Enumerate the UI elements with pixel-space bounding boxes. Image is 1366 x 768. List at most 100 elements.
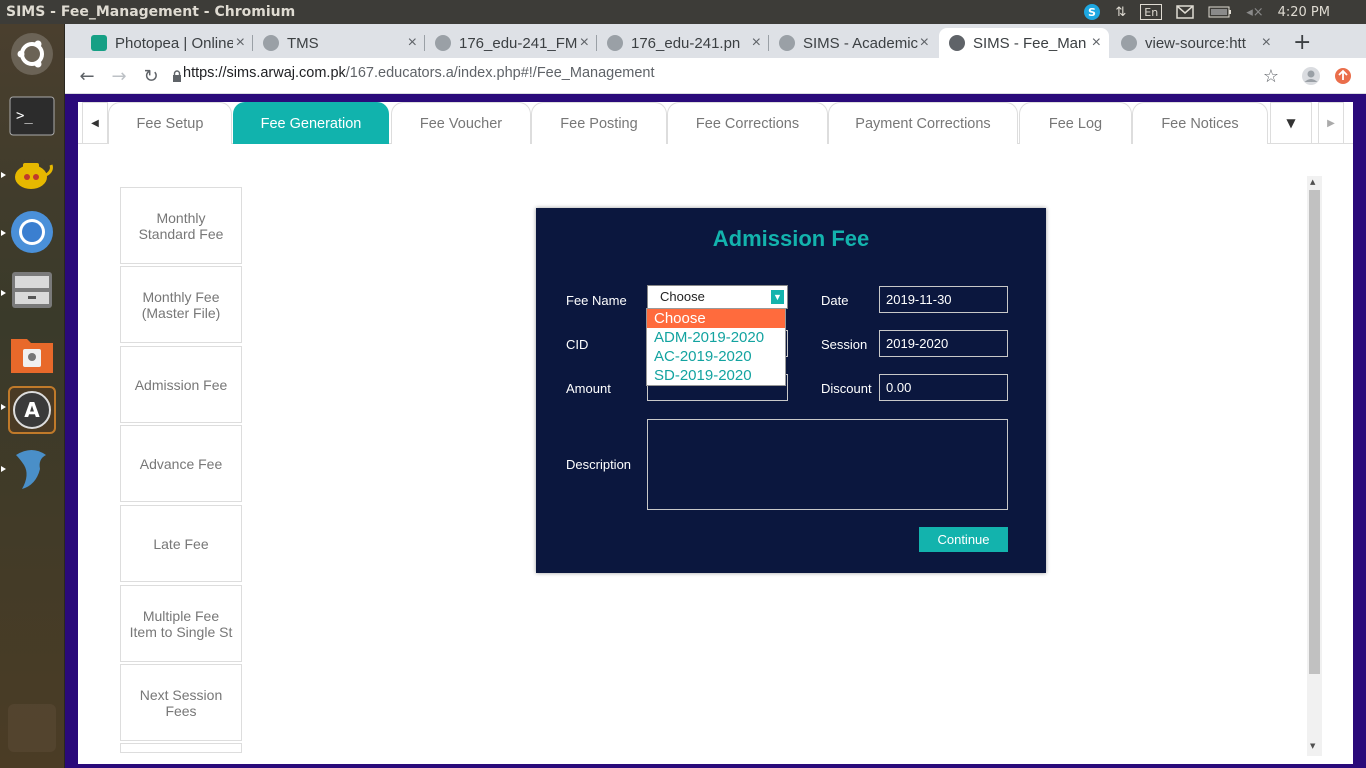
svg-text:A: A <box>24 398 40 422</box>
browser-tab-active[interactable]: SIMS - Fee_Man × <box>939 28 1109 58</box>
back-button[interactable]: ← <box>75 64 99 88</box>
volume-muted-icon[interactable]: ◂× <box>1246 3 1263 21</box>
globe-icon <box>607 35 623 51</box>
reload-button[interactable]: ↻ <box>139 64 163 88</box>
globe-icon <box>263 35 279 51</box>
fee-name-select[interactable]: Choose ▼ <box>647 285 788 309</box>
side-item-monthly-standard-fee[interactable]: Monthly Standard Fee <box>120 187 242 264</box>
browser-tab[interactable]: 176_edu-241.pn × <box>597 28 769 58</box>
tab-fee-log[interactable]: Fee Log <box>1019 102 1132 144</box>
globe-icon <box>435 35 451 51</box>
running-indicator <box>1 230 6 236</box>
browser-tab[interactable]: TMS × <box>253 28 425 58</box>
tabs-scroll-left-button[interactable]: ◀ <box>82 102 108 144</box>
ubuntu-dash-icon[interactable] <box>8 30 56 78</box>
fee-name-option[interactable]: AC-2019-2020 <box>647 347 785 366</box>
scrollbar-thumb[interactable] <box>1309 190 1320 674</box>
svg-text:S: S <box>1088 6 1096 19</box>
amount-label: Amount <box>566 381 611 396</box>
teapot-app-icon[interactable] <box>8 148 56 196</box>
keyboard-language-indicator[interactable]: En <box>1140 4 1163 20</box>
description-label: Description <box>566 457 632 472</box>
battery-icon[interactable] <box>1208 3 1232 21</box>
terminal-icon[interactable]: >_ <box>8 92 56 140</box>
continue-button[interactable]: Continue <box>919 527 1008 552</box>
trash-icon[interactable] <box>8 704 56 752</box>
fee-name-selected-value: Choose <box>660 289 705 304</box>
top-panel: SIMS - Fee_Management - Chromium S ⇅ En … <box>0 0 1366 24</box>
forward-button[interactable]: → <box>107 64 131 88</box>
close-tab-icon[interactable]: × <box>236 34 245 52</box>
cid-label: CID <box>566 337 589 352</box>
side-item-monthly-fee-master-file[interactable]: Monthly Fee (Master File) <box>120 266 242 343</box>
mail-icon[interactable] <box>1176 3 1194 21</box>
tab-title: SIMS - Fee_Man <box>973 34 1087 52</box>
profile-avatar-icon[interactable] <box>1299 64 1323 88</box>
tab-title: TMS <box>287 34 319 52</box>
session-input[interactable]: 2019-2020 <box>879 330 1008 357</box>
browser-tabstrip: Photopea | Online × TMS × 176_edu-241_FM… <box>65 24 1366 58</box>
side-item-multiple-fee-item[interactable]: Multiple Fee Item to Single St <box>120 585 242 662</box>
tab-title: 176_edu-241.pn <box>631 34 741 52</box>
scroll-down-arrow-icon[interactable]: ▼ <box>1310 742 1315 750</box>
photopea-favicon-icon <box>91 35 107 51</box>
skype-icon[interactable]: S <box>1083 3 1101 21</box>
fee-tab-bar: ◀ Fee Setup Fee Generation Fee Voucher F… <box>78 102 1353 144</box>
fee-name-option[interactable]: ADM-2019-2020 <box>647 328 785 347</box>
globe-icon <box>779 35 795 51</box>
browser-tab[interactable]: Photopea | Online × <box>81 28 253 58</box>
running-indicator <box>1 404 6 410</box>
tab-fee-notices[interactable]: Fee Notices <box>1132 102 1268 144</box>
browser-tab[interactable]: SIMS - Academic × <box>769 28 937 58</box>
running-indicator <box>1 466 6 472</box>
tab-payment-corrections[interactable]: Payment Corrections <box>828 102 1018 144</box>
tab-fee-generation[interactable]: Fee Generation <box>233 102 389 144</box>
file-manager-icon[interactable] <box>8 266 56 314</box>
tabs-dropdown-button[interactable]: ▼ <box>1270 102 1312 144</box>
session-label: Session <box>821 337 868 352</box>
chevron-down-icon[interactable]: ▼ <box>771 290 784 304</box>
mysql-workbench-icon[interactable] <box>8 444 56 492</box>
clock[interactable]: 4:20 PM <box>1278 3 1330 21</box>
globe-icon <box>949 35 965 51</box>
discount-label: Discount <box>821 381 872 396</box>
side-item-late-fee[interactable]: Late Fee <box>120 505 242 582</box>
close-tab-icon[interactable]: × <box>580 34 589 52</box>
update-menu-icon[interactable] <box>1331 64 1355 88</box>
scroll-up-arrow-icon[interactable]: ▲ <box>1310 178 1315 186</box>
tab-title: SIMS - Academic <box>803 34 919 52</box>
close-tab-icon[interactable]: × <box>752 34 761 52</box>
vertical-scrollbar[interactable]: ▲ ▼ <box>1307 176 1322 756</box>
date-input[interactable]: 2019-11-30 <box>879 286 1008 313</box>
tab-fee-corrections[interactable]: Fee Corrections <box>667 102 828 144</box>
date-label: Date <box>821 293 849 308</box>
network-arrows-icon[interactable]: ⇅ <box>1115 3 1126 21</box>
side-item-next-session-fees[interactable]: Next Session Fees <box>120 664 242 741</box>
address-bar[interactable]: https://sims.arwaj.com.pk/167.educators.… <box>183 65 655 81</box>
close-tab-icon[interactable]: × <box>920 34 929 52</box>
software-updater-icon[interactable]: A <box>8 386 56 434</box>
browser-tab[interactable]: 176_edu-241_FM × <box>425 28 597 58</box>
files-folder-icon[interactable] <box>8 330 56 378</box>
tab-title: Photopea | Online <box>115 34 233 52</box>
side-item-partial[interactable] <box>120 743 242 753</box>
fee-name-option[interactable]: Choose <box>647 309 785 328</box>
close-tab-icon[interactable]: × <box>1262 34 1271 52</box>
description-textarea[interactable] <box>647 419 1008 510</box>
new-tab-button[interactable]: + <box>1293 30 1311 55</box>
chromium-icon[interactable] <box>8 208 56 256</box>
fee-name-dropdown: Choose ADM-2019-2020 AC-2019-2020 SD-201… <box>646 308 786 386</box>
tab-fee-posting[interactable]: Fee Posting <box>531 102 667 144</box>
close-tab-icon[interactable]: × <box>408 34 417 52</box>
discount-input[interactable]: 0.00 <box>879 374 1008 401</box>
bookmark-star-icon[interactable]: ☆ <box>1259 64 1283 88</box>
fee-name-option[interactable]: SD-2019-2020 <box>647 366 785 385</box>
tab-fee-setup[interactable]: Fee Setup <box>108 102 232 144</box>
tab-fee-voucher[interactable]: Fee Voucher <box>391 102 531 144</box>
system-indicators: S ⇅ En ◂× 4:20 PM <box>1083 0 1366 24</box>
tabs-scroll-right-button[interactable]: ▶ <box>1318 102 1344 144</box>
side-item-admission-fee[interactable]: Admission Fee <box>120 346 242 423</box>
side-item-advance-fee[interactable]: Advance Fee <box>120 425 242 502</box>
close-tab-icon[interactable]: × <box>1092 34 1101 52</box>
browser-tab[interactable]: view-source:htt × <box>1111 28 1279 58</box>
